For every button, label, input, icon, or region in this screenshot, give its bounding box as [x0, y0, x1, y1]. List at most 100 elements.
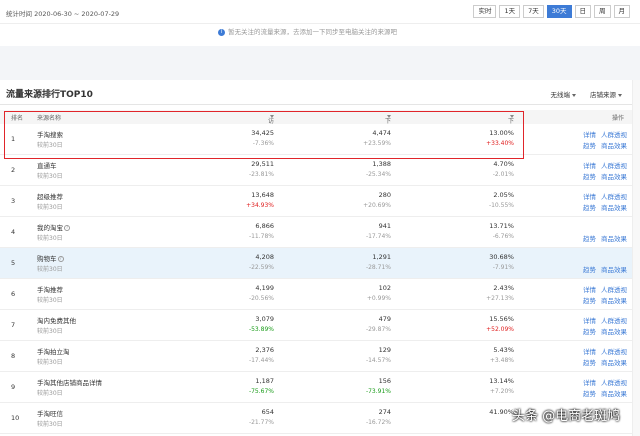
rate-value: 30.68%: [489, 253, 514, 261]
date-range-label: 统计时间 2020-06-30 ~ 2020-07-29: [6, 10, 120, 18]
detail-link[interactable]: 详情: [583, 129, 596, 139]
buyers-change: -73.91%: [365, 388, 391, 395]
audience-link[interactable]: 人群透视: [601, 377, 627, 387]
audience-link[interactable]: 人群透视: [601, 284, 627, 294]
table-row[interactable]: 5 购物车? 较前30日 4,208 -22.59% 1,291 -28.71% 30.68%…: [0, 248, 640, 279]
panel-title: 流量来源排行TOP10: [6, 90, 93, 100]
detail-link[interactable]: 详情: [583, 315, 596, 325]
rate-value: 5.43%: [493, 346, 514, 354]
detail-link[interactable]: 详情: [583, 160, 596, 170]
trend-link[interactable]: 趋势: [583, 202, 596, 212]
trend-link[interactable]: 趋势: [583, 357, 596, 367]
audience-link[interactable]: 人群透视: [601, 160, 627, 170]
trend-link[interactable]: 趋势: [583, 140, 596, 150]
visitors-change: -21.77%: [248, 419, 274, 426]
trend-link[interactable]: 趋势: [583, 171, 596, 181]
period-30day-button[interactable]: 30天: [546, 5, 572, 18]
buyers-change: -28.71%: [365, 264, 391, 271]
audience-link[interactable]: 人群透视: [601, 191, 627, 201]
visitors-value: 2,376: [255, 346, 274, 354]
visitors-change: -23.81%: [248, 171, 274, 178]
period-week-button[interactable]: 周: [594, 5, 611, 18]
visitors-value: 6,866: [255, 222, 274, 230]
audience-link[interactable]: 人群透视: [601, 315, 627, 325]
detail-link[interactable]: 详情: [583, 346, 596, 356]
device-select[interactable]: 无线端: [551, 89, 576, 99]
product-effect-link[interactable]: 商品效果: [601, 233, 627, 243]
period-day-button[interactable]: 日: [574, 5, 591, 18]
product-effect-link[interactable]: 商品效果: [601, 326, 627, 336]
rank: 10: [11, 414, 20, 422]
visitors-value: 4,199: [255, 284, 274, 292]
rate-value: 13.71%: [489, 222, 514, 230]
table-row[interactable]: 3 超级推荐 较前30日 13,648 +34.93% 280 +20.69% 2.05% -1…: [0, 186, 640, 217]
source-name: 超级推荐: [37, 193, 63, 201]
visitors-change: -11.78%: [248, 233, 274, 240]
product-effect-link[interactable]: 商品效果: [601, 388, 627, 398]
buyers-value: 156: [378, 377, 391, 385]
product-effect-link[interactable]: 商品效果: [601, 140, 627, 150]
source-name: 手淘推荐: [37, 286, 63, 294]
detail-link[interactable]: 详情: [583, 191, 596, 201]
buyers-change: -17.74%: [365, 233, 391, 240]
table-row[interactable]: 2 直通车 较前30日 29,511 -23.81% 1,388 -25.34% 4.70% -…: [0, 155, 640, 186]
detail-link[interactable]: 详情: [583, 284, 596, 294]
rate-value: 4.70%: [493, 160, 514, 168]
product-effect-link[interactable]: 商品效果: [601, 264, 627, 274]
trend-link[interactable]: 趋势: [583, 264, 596, 274]
product-effect-link[interactable]: 商品效果: [601, 171, 627, 181]
rank: 4: [11, 228, 16, 236]
trend-link[interactable]: 趋势: [583, 388, 596, 398]
audience-link[interactable]: 人群透视: [601, 346, 627, 356]
audience-link[interactable]: 人群透视: [601, 129, 627, 139]
trend-link[interactable]: 趋势: [583, 233, 596, 243]
visitors-value: 29,511: [251, 160, 274, 168]
period-realtime-button[interactable]: 实时: [473, 5, 497, 18]
buyers-change: -29.87%: [365, 326, 391, 333]
table-row[interactable]: 4 我的淘宝? 较前30日 6,866 -11.78% 941 -17.74% 13.71% -…: [0, 217, 640, 248]
period-selector: 实时 1天 7天 30天 日 周 月: [470, 5, 630, 18]
product-effect-link[interactable]: 商品效果: [601, 357, 627, 367]
source-name: 手淘拍立淘: [37, 348, 70, 356]
source-name: 购物车?: [37, 255, 64, 263]
source-select[interactable]: 店铺来源: [590, 89, 622, 99]
period-1day-button[interactable]: 1天: [499, 5, 521, 18]
rate-change: +27.13%: [486, 295, 514, 302]
compare-label: 较前30日: [37, 421, 63, 428]
buyers-value: 1,388: [372, 160, 391, 168]
rate-change: +52.09%: [486, 326, 514, 333]
trend-link[interactable]: 趋势: [583, 326, 596, 336]
rate-change: +3.48%: [489, 357, 514, 364]
table-row[interactable]: 7 淘内免费其他 较前30日 3,079 -53.89% 479 -29.87% 15.56%…: [0, 310, 640, 341]
source-name: 直通车: [37, 162, 57, 170]
detail-link[interactable]: 详情: [583, 377, 596, 387]
period-month-button[interactable]: 月: [613, 5, 630, 18]
header-actions: 操作: [612, 115, 625, 122]
table-row[interactable]: 9 手淘其他店铺商品详情 较前30日 1,187 -75.67% 156 -73.91% 13…: [0, 372, 640, 403]
trend-link[interactable]: 趋势: [583, 295, 596, 305]
visitors-change: -22.59%: [248, 264, 274, 271]
table-row[interactable]: 6 手淘推荐 较前30日 4,199 -20.56% 102 +0.99% 2.43% +27.…: [0, 279, 640, 310]
period-7day-button[interactable]: 7天: [523, 5, 544, 18]
scrollbar[interactable]: [632, 80, 640, 436]
compare-label: 较前30日: [37, 390, 63, 397]
visitors-value: 654: [261, 408, 274, 416]
product-effect-link[interactable]: 商品效果: [601, 202, 627, 212]
rate-change: -10.55%: [488, 202, 514, 209]
buyers-change: -14.57%: [365, 357, 391, 364]
table-row[interactable]: 8 手淘拍立淘 较前30日 2,376 -17.44% 129 -14.57% 5.43% +3…: [0, 341, 640, 372]
visitors-change: -53.89%: [248, 326, 274, 333]
product-effect-link[interactable]: 商品效果: [601, 295, 627, 305]
buyers-value: 1,291: [372, 253, 391, 261]
rate-value: 15.56%: [489, 315, 514, 323]
rank: 9: [11, 383, 16, 391]
help-icon[interactable]: ?: [64, 225, 70, 231]
notice-text[interactable]: 暂无关注的流量来源，去添加一下同步至电脑关注的来源吧: [228, 28, 397, 36]
visitors-change: +34.93%: [246, 202, 274, 209]
help-icon[interactable]: ?: [57, 256, 64, 262]
rank: 6: [11, 290, 16, 298]
buyers-value: 941: [378, 222, 391, 230]
source-name: 淘内免费其他: [37, 317, 76, 325]
top-toolbar: 统计时间 2020-06-30 ~ 2020-07-29 实时 1天 7天 30…: [0, 0, 640, 24]
watermark: 头条 @电商老斑鸠: [512, 409, 621, 424]
